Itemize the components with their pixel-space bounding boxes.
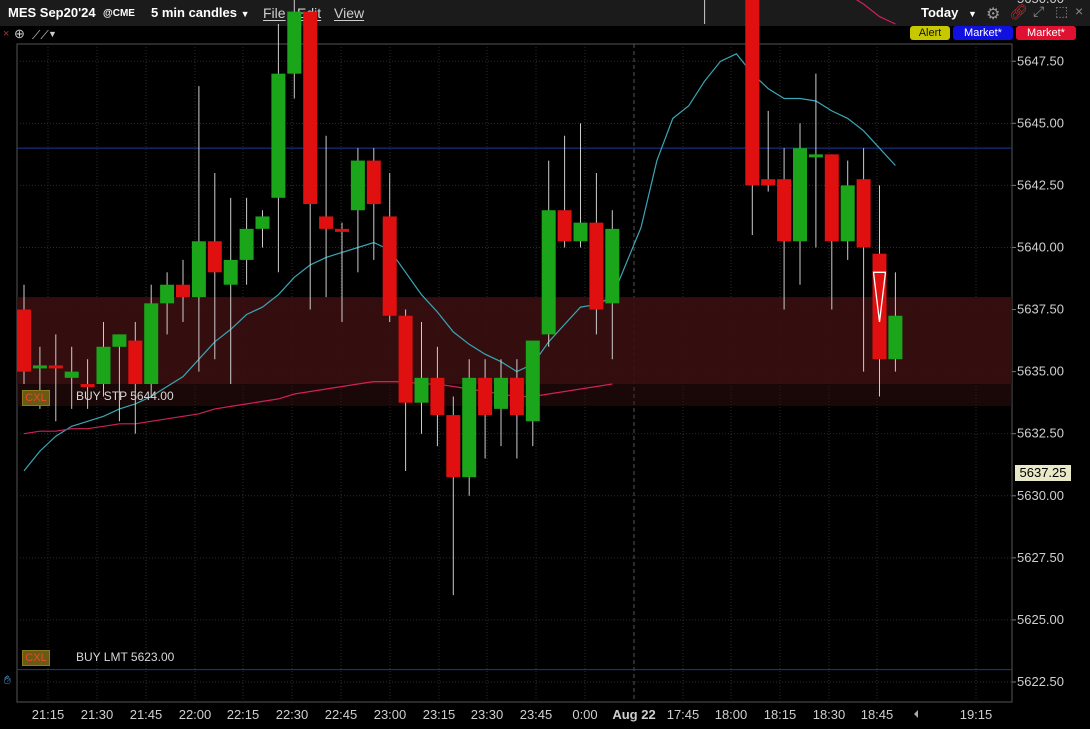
x-tick-label: 0:00 (572, 707, 597, 722)
candle-body (414, 377, 429, 403)
candle-body (840, 185, 855, 242)
candle-body (509, 377, 524, 416)
x-tick-label: 23:30 (471, 707, 504, 722)
candle-body (761, 179, 776, 186)
candle-body (176, 284, 190, 298)
candle-body (128, 340, 143, 385)
candle-body (382, 216, 397, 316)
candle-body (319, 216, 334, 229)
candle-body (64, 371, 79, 378)
y-tick-label: 5635.00 (1017, 364, 1064, 379)
x-tick-label: 17:45 (667, 707, 700, 722)
candle-body (557, 210, 572, 242)
y-tick-label: 5650.00 (1017, 0, 1064, 6)
x-tick-label: Aug 22 (612, 707, 655, 722)
candle-body (112, 334, 127, 347)
x-tick-label: 23:45 (520, 707, 553, 722)
candle-body (17, 309, 31, 372)
y-tick-label: 5647.50 (1017, 53, 1064, 68)
x-tick-label: 23:15 (423, 707, 456, 722)
price-chart[interactable]: 5670.005667.505665.005662.505660.005657.… (0, 0, 1090, 729)
candle-body (144, 303, 159, 385)
candle-body (96, 346, 111, 385)
candle-body (48, 365, 63, 369)
candle-body (541, 210, 556, 335)
candle-body (191, 241, 206, 298)
cancel-order-button[interactable]: CXL (22, 650, 50, 666)
candle-body (494, 377, 508, 409)
candle-body (888, 315, 903, 360)
y-tick-label: 5622.50 (1017, 674, 1064, 689)
candle-body (430, 377, 445, 416)
y-tick-label: 5640.00 (1017, 239, 1064, 254)
current-price-band (17, 297, 1012, 385)
candle-body (80, 384, 95, 388)
x-tick-label: 18:15 (764, 707, 797, 722)
candle-body (478, 377, 493, 416)
scroll-left-icon (914, 710, 918, 718)
hand-icon[interactable]: ✋︎ (4, 673, 11, 688)
candle-body (287, 11, 302, 74)
candle-body (223, 259, 238, 285)
candle-body (398, 315, 413, 403)
candle-body (745, 0, 760, 186)
candle-body (462, 377, 477, 478)
candle-body (824, 154, 839, 242)
candle-body (872, 253, 887, 360)
y-tick-label: 5645.00 (1017, 115, 1064, 130)
candle-body (335, 228, 349, 232)
x-tick-label: 18:45 (861, 707, 894, 722)
x-tick-label: 23:00 (374, 707, 407, 722)
candle-body (573, 222, 588, 242)
y-tick-label: 5642.50 (1017, 177, 1064, 192)
candle-body (446, 415, 461, 478)
candle-body (271, 73, 286, 198)
y-tick-label: 5627.50 (1017, 550, 1064, 565)
x-tick-label: 22:45 (325, 707, 358, 722)
candle-body (793, 148, 807, 242)
y-tick-label: 5632.50 (1017, 426, 1064, 441)
x-tick-label: 21:15 (32, 707, 65, 722)
candle-body (303, 11, 318, 205)
x-tick-label: 22:15 (227, 707, 260, 722)
candle-body (605, 228, 620, 304)
order-label-stop[interactable]: BUY STP 5644.00 (76, 389, 174, 403)
cancel-order-button[interactable]: CXL (22, 390, 50, 406)
y-tick-label: 5630.00 (1017, 488, 1064, 503)
current-price-tag: 5637.25 (1015, 465, 1071, 481)
candle-body (207, 241, 222, 273)
x-tick-label: 19:15 (960, 707, 993, 722)
candle-body (239, 228, 254, 260)
candle-body (350, 160, 365, 211)
candle-body (589, 222, 604, 310)
order-label-limit[interactable]: BUY LMT 5623.00 (76, 650, 174, 664)
y-tick-label: 5637.50 (1017, 302, 1064, 317)
y-tick-label: 5625.00 (1017, 612, 1064, 627)
candle-body (366, 160, 381, 205)
candle-body (255, 216, 270, 229)
x-tick-label: 18:00 (715, 707, 748, 722)
x-tick-label: 22:00 (179, 707, 212, 722)
x-tick-label: 22:30 (276, 707, 309, 722)
candle-body (525, 340, 540, 422)
candle-body (160, 284, 175, 304)
candle-body (777, 179, 792, 242)
candle-body (32, 365, 47, 369)
x-tick-label: 18:30 (813, 707, 846, 722)
candle-body (856, 179, 871, 248)
x-tick-label: 21:45 (130, 707, 163, 722)
candle-body (808, 154, 823, 158)
x-tick-label: 21:30 (81, 707, 114, 722)
